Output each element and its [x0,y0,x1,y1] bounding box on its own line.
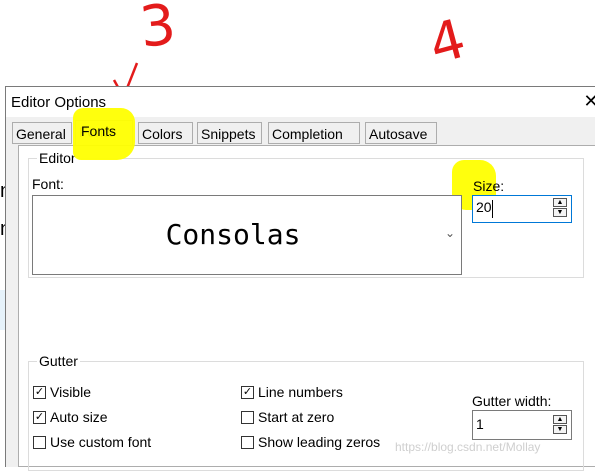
leading-zeros-checkbox[interactable]: Show leading zeros [241,434,380,450]
gutter-width-value[interactable]: 1 [476,416,484,432]
chevron-down-icon[interactable]: ⌄ [445,226,455,240]
tab-general[interactable]: General [12,122,72,144]
tab-autosave[interactable]: Autosave [365,122,437,144]
font-value: Consolas [165,218,301,251]
spin-down-icon[interactable]: ▼ [553,425,567,434]
custom-font-label: Use custom font [50,434,152,450]
gutter-width-label: Gutter width: [472,393,552,409]
spin-up-icon[interactable]: ▲ [553,198,567,207]
size-spin-buttons: ▲ ▼ [553,198,568,218]
checkbox-leading-zeros-box[interactable] [241,435,254,449]
checkbox-custom-font-box[interactable] [33,435,46,449]
visible-label: Visible [50,384,91,400]
line-numbers-checkbox[interactable]: ✓ Line numbers [241,384,343,400]
size-value[interactable]: 20 [476,199,492,215]
tab-colors[interactable]: Colors [138,122,193,144]
start-zero-checkbox[interactable]: Start at zero [241,409,334,425]
font-label: Font: [32,176,64,192]
gutter-group-label: Gutter [37,353,80,369]
font-select[interactable]: Consolas ⌄ [32,195,462,275]
checkbox-start-zero-box[interactable] [241,410,254,424]
editor-group-label: Editor [37,150,78,166]
tab-snippets[interactable]: Snippets [197,122,262,144]
auto-size-checkbox[interactable]: ✓ Auto size [33,409,108,425]
leading-zeros-label: Show leading zeros [258,434,381,450]
checkbox-line-numbers-box[interactable]: ✓ [241,385,254,399]
visible-checkbox[interactable]: ✓ Visible [33,384,91,400]
close-icon[interactable]: ✕ [581,90,595,112]
watermark: https://blog.csdn.net/Mollay [395,440,541,454]
auto-size-label: Auto size [50,409,108,425]
annotation-four: 4 [422,6,472,77]
checkbox-visible-box[interactable]: ✓ [33,385,46,399]
line-numbers-label: Line numbers [258,384,343,400]
text-cursor [492,200,493,218]
start-zero-label: Start at zero [258,409,335,425]
custom-font-checkbox[interactable]: Use custom font [33,434,151,450]
annotation-three: 3 [136,0,179,61]
gutter-width-spinner[interactable]: 1 ▲ ▼ [472,410,572,440]
gutter-spin-buttons: ▲ ▼ [553,415,568,435]
size-label: Size: [473,178,505,194]
tab-completion[interactable]: Completion [268,122,360,144]
checkbox-auto-size-box[interactable]: ✓ [33,410,46,424]
spin-up-icon[interactable]: ▲ [553,415,567,424]
tab-fonts-label-overlay: Fonts [81,123,117,139]
size-spinner[interactable]: 20 ▲ ▼ [472,195,572,223]
spin-down-icon[interactable]: ▼ [553,208,567,217]
